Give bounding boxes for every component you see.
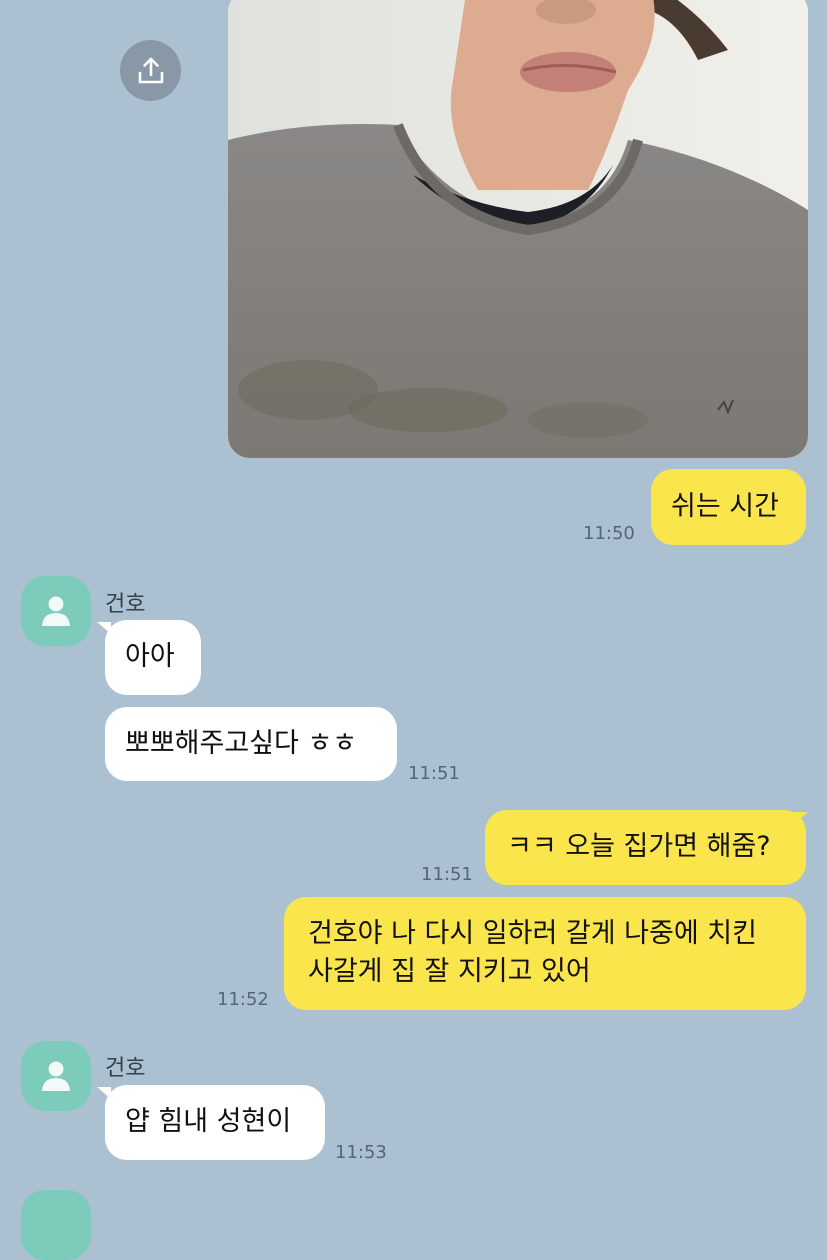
selfie-photo (228, 0, 808, 458)
message-text-line: 사갈게 집 잘 지키고 있어 (308, 956, 591, 987)
their-message-bubble[interactable]: 뽀뽀해주고싶다 ㅎㅎ (105, 707, 397, 781)
avatar[interactable] (21, 1190, 91, 1260)
default-profile-icon (42, 1061, 70, 1091)
their-message-bubble[interactable]: 아아 (105, 620, 201, 695)
share-upload-icon (138, 57, 163, 83)
avatar[interactable] (21, 1041, 91, 1111)
my-message-bubble[interactable]: ㅋㅋ 오늘 집가면 해줌? (485, 810, 806, 885)
share-button[interactable] (120, 40, 181, 101)
message-time: 11:53 (335, 1142, 387, 1163)
their-message-bubble[interactable]: 얍 힘내 성현이 (105, 1085, 325, 1160)
message-text-line: 건호야 나 다시 일하러 갈게 나중에 치킨 (308, 918, 757, 949)
my-message-bubble[interactable]: 쉬는 시간 (651, 469, 806, 545)
message-time: 11:51 (408, 763, 460, 784)
my-message-bubble[interactable]: 건호야 나 다시 일하러 갈게 나중에 치킨 사갈게 집 잘 지키고 있어 (284, 897, 806, 1010)
message-time: 11:52 (217, 989, 269, 1010)
message-text: 쉬는 시간 (671, 491, 779, 522)
sender-name: 건호 (105, 592, 146, 617)
message-text: ㅋㅋ 오늘 집가면 해줌? (507, 831, 771, 862)
message-text: 뽀뽀해주고싶다 ㅎㅎ (125, 728, 358, 759)
avatar[interactable] (21, 576, 91, 646)
message-text: 아아 (125, 641, 175, 672)
default-profile-icon (42, 596, 70, 626)
message-time: 11:50 (583, 523, 635, 544)
message-text: 얍 힘내 성현이 (125, 1106, 292, 1137)
message-time: 11:51 (421, 864, 473, 885)
photo-message[interactable] (228, 0, 808, 458)
sender-name: 건호 (105, 1056, 146, 1081)
